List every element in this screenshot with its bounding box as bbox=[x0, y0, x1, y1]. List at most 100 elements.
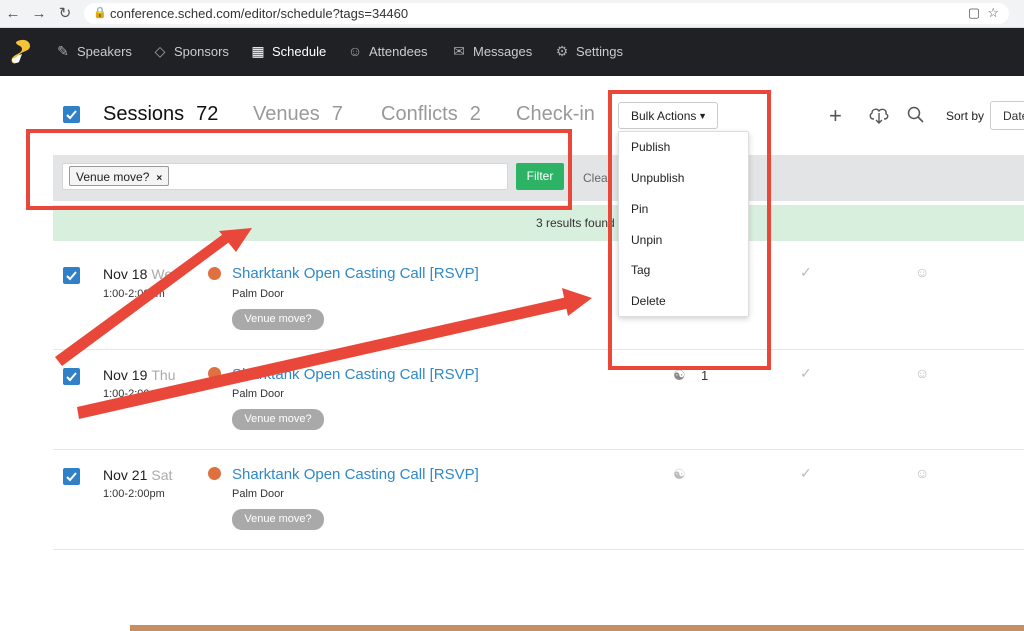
menu-item-unpin[interactable]: Unpin bbox=[631, 233, 662, 247]
tab-count: 2 bbox=[469, 103, 481, 125]
browser-toolbar: ← → ↻ 🔒 conference.sched.com/editor/sche… bbox=[0, 0, 1024, 28]
session-date: Nov 21 Sat bbox=[103, 467, 172, 483]
address-bar[interactable]: 🔒 conference.sched.com/editor/schedule?t… bbox=[84, 3, 1009, 24]
menu-item-tag[interactable]: Tag bbox=[631, 263, 650, 277]
lock-icon: 🔒 bbox=[93, 7, 107, 19]
check-icon bbox=[66, 110, 77, 120]
status-dot bbox=[208, 467, 221, 480]
date-text: Nov 21 bbox=[103, 467, 148, 483]
session-venue: Palm Door bbox=[232, 288, 284, 300]
forward-icon[interactable]: → bbox=[30, 5, 48, 23]
session-venue: Palm Door bbox=[232, 488, 284, 500]
session-date: Nov 19 Thu bbox=[103, 367, 175, 383]
remove-tag-icon[interactable]: × bbox=[156, 173, 162, 184]
nav-schedule[interactable]: ▦ Schedule bbox=[249, 43, 326, 60]
session-tag-pill[interactable]: Venue move? bbox=[232, 509, 324, 530]
tab-count: 72 bbox=[196, 103, 219, 125]
session-title-link[interactable]: Sharktank Open Casting Call [RSVP] bbox=[232, 366, 479, 383]
menu-item-publish[interactable]: Publish bbox=[631, 140, 670, 154]
nav-speakers[interactable]: ✎ Speakers bbox=[54, 43, 132, 60]
annotation-overlay bbox=[26, 90, 771, 419]
session-time: 1:00-2:00pm bbox=[103, 288, 165, 300]
nav-attendees[interactable]: ☺ Attendees bbox=[346, 43, 428, 59]
day-of-week: Wed bbox=[151, 266, 180, 282]
results-count: 3 results found bbox=[536, 216, 615, 230]
day-of-week: Thu bbox=[151, 367, 176, 383]
bookmark-star-icon[interactable]: ▢ ☆ bbox=[968, 5, 999, 21]
bottom-strip bbox=[130, 625, 1024, 631]
tab-label: Venues bbox=[253, 103, 320, 125]
menu-item-pin[interactable]: Pin bbox=[631, 202, 648, 216]
clear-link[interactable]: Clear bbox=[583, 171, 612, 185]
diamond-icon: ◇ bbox=[154, 43, 166, 59]
menu-item-unpublish[interactable]: Unpublish bbox=[631, 171, 684, 185]
filter-button[interactable]: Filter bbox=[516, 163, 564, 190]
sort-select[interactable]: Date bbox=[990, 101, 1024, 130]
nav-label: Sponsors bbox=[174, 44, 229, 59]
caret-down-icon: ▼ bbox=[698, 111, 707, 121]
checkin-check-icon[interactable]: ✓ bbox=[800, 465, 812, 482]
row-checkbox[interactable] bbox=[63, 267, 80, 284]
row-divider bbox=[53, 349, 1024, 350]
row-divider bbox=[53, 449, 1024, 450]
session-title-link[interactable]: Sharktank Open Casting Call [RSVP] bbox=[232, 265, 479, 282]
smiley-icon[interactable]: ☺ bbox=[915, 465, 929, 481]
session-time: 1:00-2:00pm bbox=[103, 388, 165, 400]
attendees-icon[interactable]: ☯ bbox=[673, 466, 686, 483]
nav-label: Messages bbox=[473, 44, 533, 59]
smiley-icon[interactable]: ☺ bbox=[915, 264, 929, 280]
session-venue: Palm Door bbox=[232, 388, 284, 400]
attendees-icon[interactable]: ☯ bbox=[673, 367, 686, 384]
check-icon bbox=[66, 372, 77, 382]
tab-venues[interactable]: Venues 7 bbox=[253, 103, 343, 126]
nav-label: Attendees bbox=[369, 44, 428, 59]
session-tag-pill[interactable]: Venue move? bbox=[232, 309, 324, 330]
nav-label: Speakers bbox=[77, 44, 132, 59]
date-text: Nov 18 bbox=[103, 266, 148, 282]
add-icon[interactable]: + bbox=[829, 103, 842, 129]
url-text: conference.sched.com/editor/schedule?tag… bbox=[110, 6, 409, 21]
gear-icon: ⚙ bbox=[555, 43, 569, 59]
row-divider bbox=[53, 549, 1024, 550]
bulk-actions-menu: Publish Unpublish Pin Unpin Tag Delete bbox=[618, 131, 749, 317]
tab-conflicts[interactable]: Conflicts 2 bbox=[381, 103, 481, 126]
date-text: Nov 19 bbox=[103, 367, 148, 383]
nav-sponsors[interactable]: ◇ Sponsors bbox=[151, 43, 229, 60]
nav-messages[interactable]: ✉ Messages bbox=[450, 43, 532, 60]
session-title-link[interactable]: Sharktank Open Casting Call [RSVP] bbox=[232, 466, 479, 483]
checkin-check-icon[interactable]: ✓ bbox=[800, 264, 812, 281]
tab-label: Sessions bbox=[103, 103, 185, 125]
row-checkbox[interactable] bbox=[63, 368, 80, 385]
tag-chip-label: Venue move? bbox=[76, 170, 150, 184]
session-tag-pill[interactable]: Venue move? bbox=[232, 409, 324, 430]
nav-label: Schedule bbox=[272, 44, 327, 59]
chat-icon: ✉ bbox=[453, 43, 465, 59]
smiley-icon: ☺ bbox=[347, 43, 363, 59]
status-dot bbox=[208, 267, 221, 280]
select-all-checkbox[interactable] bbox=[63, 106, 80, 123]
menu-item-delete[interactable]: Delete bbox=[631, 294, 666, 308]
cloud-download-icon[interactable] bbox=[868, 105, 890, 125]
nav-settings[interactable]: ⚙ Settings bbox=[553, 43, 623, 60]
back-icon[interactable]: ← bbox=[4, 5, 22, 23]
tab-count: 7 bbox=[331, 103, 343, 125]
pen-icon: ✎ bbox=[57, 43, 69, 59]
tag-chip: Venue move? × bbox=[69, 166, 170, 186]
bulk-actions-button[interactable]: Bulk Actions ▼ bbox=[618, 102, 718, 129]
reload-icon[interactable]: ↻ bbox=[56, 5, 74, 23]
bulk-actions-label: Bulk Actions bbox=[631, 109, 697, 123]
smiley-icon[interactable]: ☺ bbox=[915, 365, 929, 381]
tab-sessions[interactable]: Sessions 72 bbox=[103, 103, 218, 126]
session-date: Nov 18 Wed bbox=[103, 266, 180, 282]
sched-logo-icon[interactable] bbox=[8, 38, 34, 66]
tab-label: Check-in bbox=[516, 103, 595, 125]
session-time: 1:00-2:00pm bbox=[103, 488, 165, 500]
tab-check-in[interactable]: Check-in bbox=[516, 103, 595, 126]
app-navbar: ✎ Speakers ◇ Sponsors ▦ Schedule ☺ Attendees… bbox=[0, 28, 1024, 76]
checkin-check-icon[interactable]: ✓ bbox=[800, 365, 812, 382]
calendar-icon: ▦ bbox=[251, 43, 265, 59]
search-icon[interactable] bbox=[907, 106, 925, 124]
status-dot bbox=[208, 367, 221, 380]
day-of-week: Sat bbox=[151, 467, 173, 483]
row-checkbox[interactable] bbox=[63, 468, 80, 485]
